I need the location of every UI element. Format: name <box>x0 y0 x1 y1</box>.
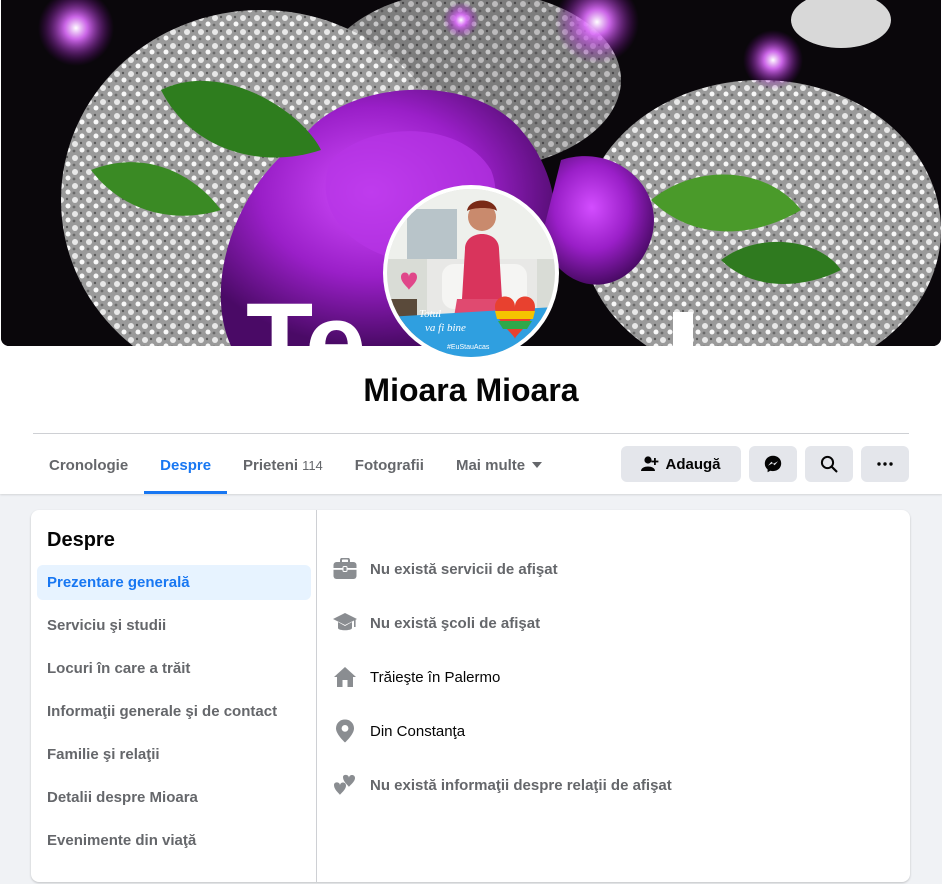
more-dots-icon <box>877 462 893 466</box>
about-card: Despre Prezentare generală Serviciu şi s… <box>31 510 910 882</box>
menu-item-family-relationships[interactable]: Familie şi relaţii <box>37 737 311 772</box>
menu-item-details[interactable]: Detalii despre Mioara <box>37 780 311 815</box>
menu-item-life-events[interactable]: Evenimente din viaţă <box>37 823 311 858</box>
avatar-hashtag: #EuStauAcas <box>447 344 490 351</box>
about-sidebar: Despre Prezentare generală Serviciu şi s… <box>31 510 317 882</box>
menu-item-overview[interactable]: Prezentare generală <box>37 565 311 600</box>
overview-hometown-text: Din Constanţa <box>370 722 466 740</box>
profile-name: Mioara Mioara <box>363 372 579 408</box>
about-overview: Nu există servicii de afişat Nu există ş… <box>333 542 672 812</box>
search-button[interactable] <box>805 446 853 482</box>
profile-actions: Adaugă <box>0 446 942 482</box>
messenger-button[interactable] <box>749 446 797 482</box>
overview-relationship-text: Nu există informaţii despre relaţii de a… <box>370 776 672 794</box>
overview-row-current-city: Trăieşte în Palermo <box>333 650 672 704</box>
overview-education-text: Nu există şcoli de afişat <box>370 614 541 632</box>
briefcase-icon <box>333 557 357 581</box>
home-icon <box>333 665 357 689</box>
overview-row-work: Nu există servicii de afişat <box>333 542 672 596</box>
menu-item-work-education[interactable]: Serviciu şi studii <box>37 608 311 643</box>
graduation-cap-icon <box>333 611 357 635</box>
about-title: Despre <box>47 529 115 551</box>
overview-current-city-text: Trăieşte în Palermo <box>370 668 501 686</box>
hearts-icon <box>333 773 357 797</box>
more-options-button[interactable] <box>861 446 909 482</box>
avatar-caption-2: va fi bine <box>425 322 466 334</box>
add-friend-button[interactable]: Adaugă <box>621 446 741 482</box>
avatar-caption-1: Totul <box>419 308 441 320</box>
overview-row-education: Nu există şcoli de afişat <box>333 596 672 650</box>
overview-row-relationship: Nu există informaţii despre relaţii de a… <box>333 758 672 812</box>
profile-picture[interactable]: Totul va fi bine #EuStauAcas <box>383 185 559 361</box>
about-menu: Prezentare generală Serviciu şi studii L… <box>37 565 311 866</box>
menu-item-places-lived[interactable]: Locuri în care a trăit <box>37 651 311 686</box>
messenger-icon <box>764 455 782 473</box>
overview-work-text: Nu există servicii de afişat <box>370 560 558 578</box>
overview-row-hometown: Din Constanţa <box>333 704 672 758</box>
menu-item-contact-info[interactable]: Informaţii generale şi de contact <box>37 694 311 729</box>
search-icon <box>820 455 838 473</box>
location-pin-icon <box>333 719 357 743</box>
add-friend-icon <box>641 456 659 472</box>
cover-text: Te <box>246 281 366 346</box>
profile-header: Te Totul va fi bine #EuStauAcas Mioara M… <box>0 0 942 494</box>
header-divider <box>33 433 909 434</box>
add-friend-label: Adaugă <box>665 455 721 473</box>
